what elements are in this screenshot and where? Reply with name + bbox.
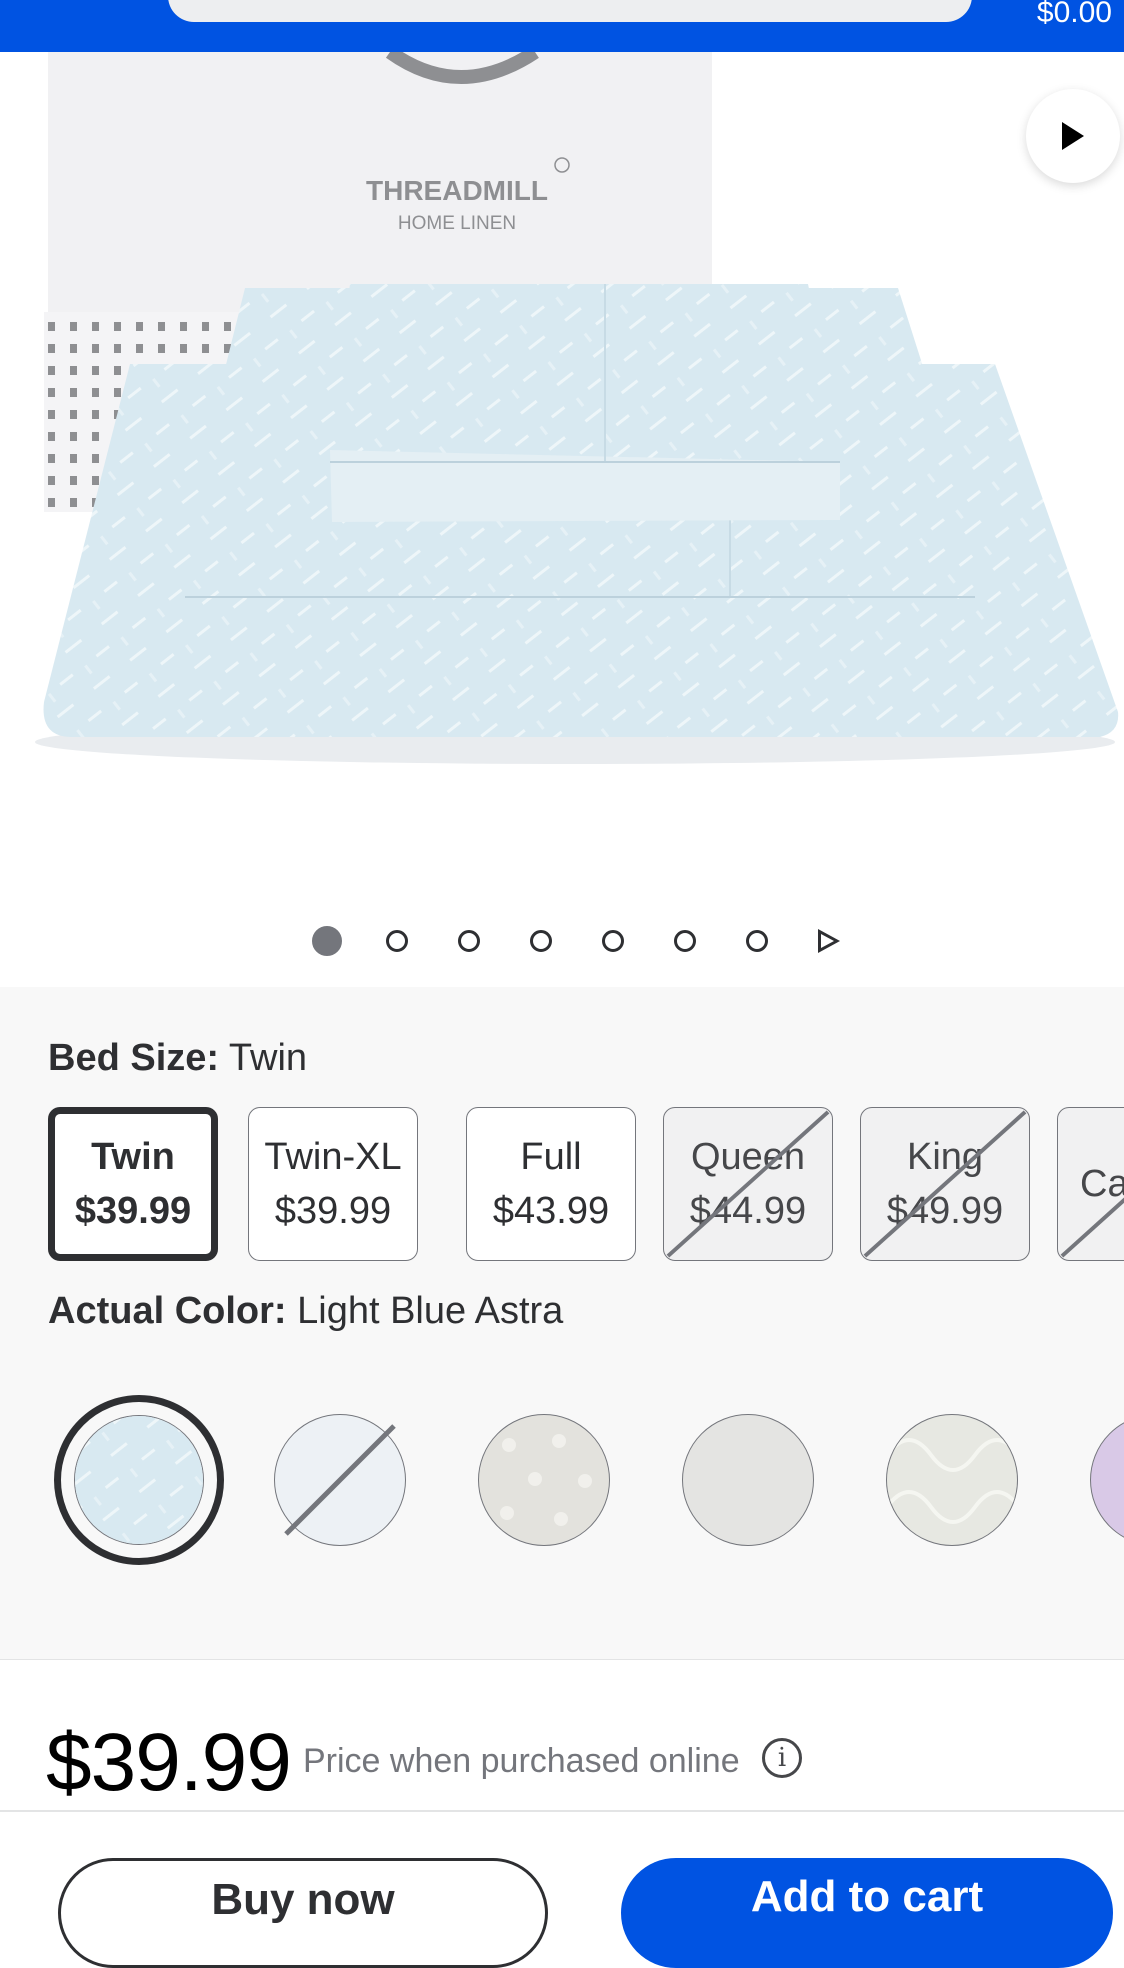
swatch-pattern <box>500 1434 592 1526</box>
color-heading: Actual Color: Light Blue Astra <box>48 1290 563 1333</box>
brand-subtitle: HOME LINEN <box>398 213 516 234</box>
bed-size-heading: Bed Size: Twin <box>48 1037 307 1080</box>
size-option-name: Ca <box>1080 1163 1124 1205</box>
bed-size-value: Twin <box>228 1037 308 1079</box>
size-option-name: Full <box>520 1136 582 1178</box>
product-price: $39.99 <box>46 1717 292 1808</box>
carousel-dot[interactable] <box>746 930 768 952</box>
swatch-pale-blue[interactable] <box>274 1414 406 1546</box>
size-option-price: $39.99 <box>74 1190 192 1232</box>
size-option-price: $49.99 <box>886 1190 1004 1232</box>
size-option-partial[interactable]: Ca <box>1057 1107 1124 1261</box>
size-option-king[interactable]: King $49.99 <box>860 1107 1030 1261</box>
variant-options: Bed Size: Twin Twin $39.99 Twin-XL $39.9… <box>0 987 1124 1661</box>
size-option-twin[interactable]: Twin $39.99 <box>48 1107 218 1261</box>
carousel-dot[interactable] <box>386 930 408 952</box>
cart-total[interactable]: $0.00 <box>1037 0 1112 30</box>
carousel-dot[interactable] <box>458 930 480 952</box>
carousel-dot[interactable] <box>602 930 624 952</box>
bed-size-label: Bed Size: <box>48 1037 220 1079</box>
size-option-name: King <box>906 1136 984 1178</box>
size-option-price: $44.99 <box>689 1190 807 1232</box>
unavailable-slash-icon <box>284 1424 396 1536</box>
swatch-grey-dots[interactable] <box>478 1414 610 1546</box>
brand-name: THREADMILL <box>366 175 548 206</box>
product-image: THREADMILL HOME LINEN <box>35 52 1119 764</box>
play-video-button[interactable] <box>1026 89 1120 183</box>
color-label: Actual Color: <box>48 1290 287 1332</box>
info-icon[interactable]: i <box>762 1738 802 1778</box>
price-section: $39.99 Price when purchased online i <box>0 1660 1124 1812</box>
size-option-name: Twin-XL <box>264 1136 402 1178</box>
swatch-light-grey[interactable] <box>682 1414 814 1546</box>
swatch-grey-lattice[interactable] <box>886 1414 1018 1546</box>
carousel-indicators <box>312 926 840 956</box>
color-value: Light Blue Astra <box>297 1290 564 1332</box>
carousel-dot[interactable] <box>530 930 552 952</box>
size-option-queen[interactable]: Queen $44.99 <box>663 1107 833 1261</box>
add-to-cart-button[interactable]: Add to cart <box>621 1858 1113 1968</box>
swatch-lavender[interactable] <box>1090 1414 1124 1546</box>
play-icon <box>1062 122 1084 150</box>
size-option-price: $43.99 <box>492 1190 610 1232</box>
carousel-dot[interactable] <box>674 930 696 952</box>
swatch-light-blue-astra[interactable] <box>54 1395 224 1565</box>
size-option-price: $39.99 <box>274 1190 392 1232</box>
size-option-name: Twin <box>91 1136 175 1178</box>
carousel-next-icon[interactable] <box>818 929 840 953</box>
size-option-twin-xl[interactable]: Twin-XL $39.99 <box>248 1107 418 1261</box>
product-image-carousel[interactable]: THREADMILL HOME LINEN <box>0 52 1124 987</box>
header-bar: $0.00 <box>0 0 1124 52</box>
search-bar[interactable] <box>168 0 972 22</box>
swatch-pattern <box>75 1416 203 1544</box>
purchase-actions: Buy now Add to cart <box>0 1812 1124 1968</box>
carousel-dot[interactable] <box>312 926 342 956</box>
buy-now-button[interactable]: Buy now <box>58 1858 548 1968</box>
price-note: Price when purchased online <box>303 1742 740 1780</box>
size-option-name: Queen <box>690 1136 806 1178</box>
size-option-full[interactable]: Full $43.99 <box>466 1107 636 1261</box>
swatch-pattern <box>887 1438 1017 1524</box>
